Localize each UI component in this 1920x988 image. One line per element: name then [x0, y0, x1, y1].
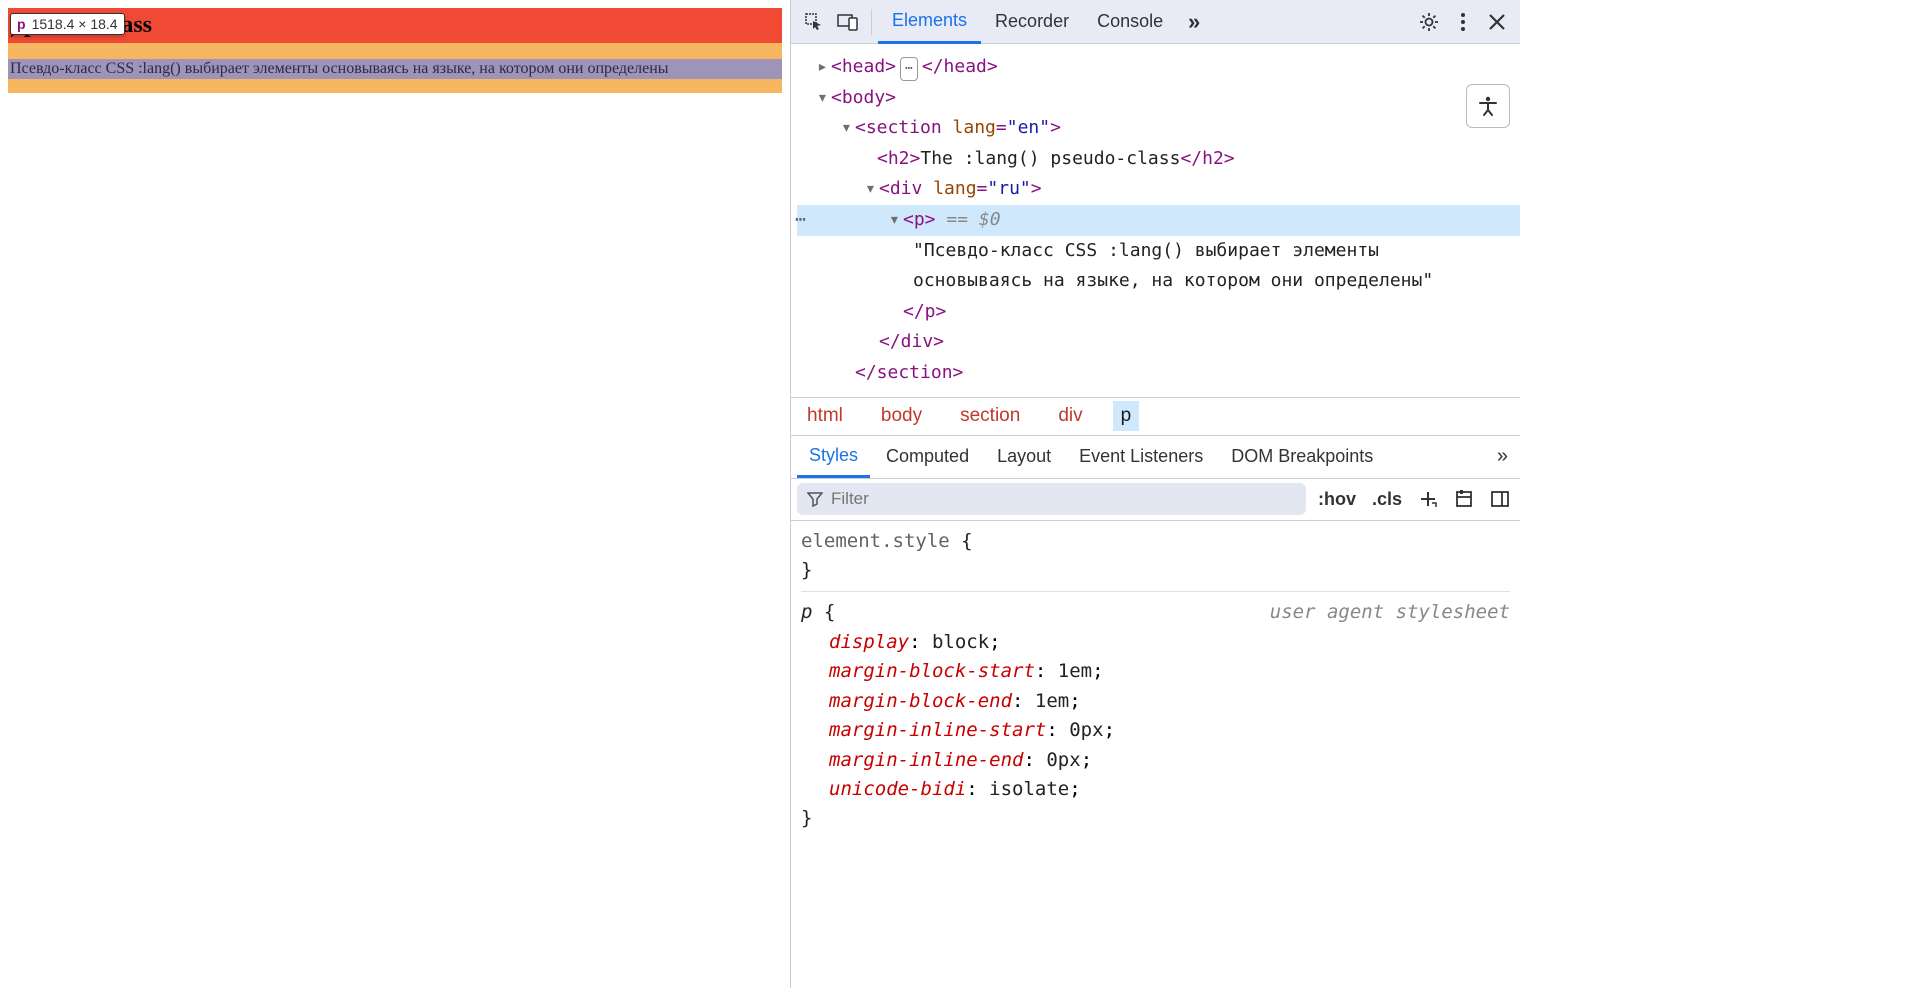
dom-div-close[interactable]: </div> [797, 327, 1520, 358]
kebab-menu-icon[interactable] [1446, 5, 1480, 39]
devtools-panel: Elements Recorder Console » ▸<head>⋯</he… [790, 0, 1520, 988]
styles-pane[interactable]: element.style { } p { user agent stylesh… [791, 521, 1520, 988]
dom-head[interactable]: ▸<head>⋯</head> [797, 52, 1520, 83]
crumb-div[interactable]: div [1050, 401, 1090, 431]
tooltip-tag: p [17, 16, 26, 32]
breadcrumb: html body section div p [791, 397, 1520, 435]
styles-sub-tabs: Styles Computed Layout Event Listeners D… [791, 435, 1520, 479]
filter-input[interactable] [831, 489, 1296, 509]
subtab-layout[interactable]: Layout [985, 437, 1063, 476]
inspect-element-icon[interactable] [797, 5, 831, 39]
collapse-arrow-icon[interactable]: ▾ [865, 174, 879, 205]
device-toggle-icon[interactable] [831, 5, 865, 39]
crumb-p[interactable]: p [1113, 401, 1140, 431]
tab-elements[interactable]: Elements [878, 0, 981, 44]
tab-recorder[interactable]: Recorder [981, 1, 1083, 42]
subtab-event-listeners[interactable]: Event Listeners [1067, 437, 1215, 476]
collapse-arrow-icon[interactable]: ▾ [817, 83, 831, 114]
tooltip-dimensions: 1518.4 × 18.4 [32, 16, 118, 32]
dom-p-close[interactable]: </p> [797, 297, 1520, 328]
close-devtools-icon[interactable] [1480, 5, 1514, 39]
crumb-section[interactable]: section [952, 401, 1028, 431]
more-subtabs-icon[interactable]: » [1491, 445, 1514, 468]
dom-h2[interactable]: <h2>The :lang() pseudo-class</h2> [797, 144, 1520, 175]
settings-gear-icon[interactable] [1412, 5, 1446, 39]
user-agent-p-block[interactable]: p { user agent stylesheet display: block… [801, 598, 1510, 840]
styles-filter-bar: :hov .cls [791, 479, 1520, 521]
dom-div[interactable]: ▾<div lang="ru"> [797, 174, 1520, 205]
filter-box[interactable] [797, 483, 1306, 515]
new-style-rule-icon[interactable] [1414, 489, 1442, 509]
dom-section-close[interactable]: </section> [797, 358, 1520, 389]
crumb-body[interactable]: body [873, 401, 930, 431]
dom-body[interactable]: ▾<body> [797, 83, 1520, 114]
computed-styles-icon[interactable] [1450, 489, 1478, 509]
collapse-arrow-icon[interactable]: ▾ [841, 113, 855, 144]
rendered-div-ru: Псевдо-класс CSS :lang() выбирает элемен… [8, 43, 782, 93]
dom-p-selected[interactable]: ▾<p> == $0 [797, 205, 1520, 236]
dom-p-text[interactable]: "Псевдо-класс CSS :lang() выбирает элеме… [797, 236, 1520, 297]
collapsed-ellipsis-icon[interactable]: ⋯ [900, 57, 918, 81]
cls-toggle[interactable]: .cls [1368, 489, 1406, 510]
divider [871, 9, 872, 35]
rendered-paragraph: Псевдо-класс CSS :lang() выбирает элемен… [8, 59, 782, 79]
rendered-page-pane: p 1518.4 × 18.4 ) pseudo-class Псевдо-кл… [0, 0, 790, 988]
devtools-toolbar: Elements Recorder Console » [791, 0, 1520, 44]
element-style-block[interactable]: element.style { } [801, 527, 1510, 593]
dom-tree[interactable]: ▸<head>⋯</head> ▾<body> ▾<section lang="… [791, 44, 1520, 397]
element-dimensions-tooltip: p 1518.4 × 18.4 [10, 13, 125, 35]
dom-section[interactable]: ▾<section lang="en"> [797, 113, 1520, 144]
more-tabs-icon[interactable]: » [1177, 5, 1211, 39]
stylesheet-origin-label: user agent stylesheet [1270, 598, 1510, 627]
crumb-html[interactable]: html [799, 401, 851, 431]
tab-console[interactable]: Console [1083, 1, 1177, 42]
filter-funnel-icon [807, 491, 823, 507]
expand-arrow-icon[interactable]: ▸ [817, 52, 831, 83]
app-root: p 1518.4 × 18.4 ) pseudo-class Псевдо-кл… [0, 0, 1920, 988]
toggle-sidebar-icon[interactable] [1486, 489, 1514, 509]
subtab-dom-breakpoints[interactable]: DOM Breakpoints [1219, 437, 1385, 476]
collapse-arrow-icon[interactable]: ▾ [889, 205, 903, 236]
hov-toggle[interactable]: :hov [1314, 489, 1360, 510]
subtab-styles[interactable]: Styles [797, 436, 870, 478]
subtab-computed[interactable]: Computed [874, 437, 981, 476]
